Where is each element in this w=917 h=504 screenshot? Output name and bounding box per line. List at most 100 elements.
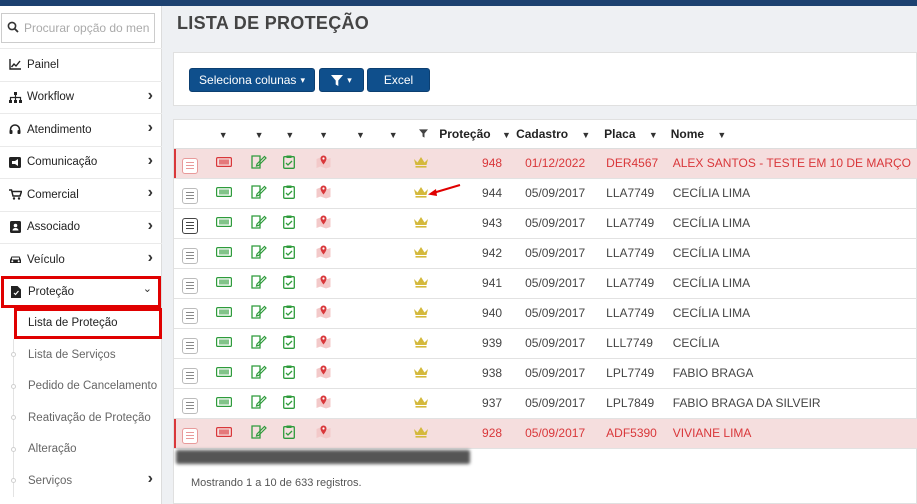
sidebar-item-proteção[interactable]: Proteção ⌄ bbox=[1, 275, 161, 308]
horizontal-scrollbar[interactable] bbox=[176, 450, 470, 464]
clipboard-check-icon[interactable] bbox=[283, 395, 296, 409]
edit-document-icon[interactable] bbox=[250, 304, 267, 319]
submenu-item[interactable]: Serviços › bbox=[0, 465, 162, 497]
clipboard-check-icon[interactable] bbox=[283, 215, 296, 229]
crown-icon[interactable] bbox=[413, 336, 429, 348]
sort-col-4[interactable]: ▼ bbox=[308, 120, 342, 149]
sidebar-item-veículo[interactable]: Veículo › bbox=[0, 243, 162, 276]
barcode-icon[interactable] bbox=[215, 337, 232, 348]
details-icon[interactable] bbox=[182, 307, 198, 324]
table-row[interactable]: 940 05/09/2017 LLA7749 CECÍLIA LIMA bbox=[174, 298, 917, 329]
details-icon[interactable] bbox=[182, 277, 198, 294]
edit-document-icon[interactable] bbox=[250, 424, 267, 439]
table-row[interactable]: 937 05/09/2017 LPL7849 FABIO BRAGA DA SILVE… bbox=[174, 388, 917, 419]
edit-document-icon[interactable] bbox=[250, 184, 267, 199]
sidebar-item-comunicação[interactable]: Comunicação › bbox=[0, 145, 162, 179]
sidebar-item-workflow[interactable]: Workflow › bbox=[0, 80, 162, 114]
details-icon[interactable] bbox=[182, 187, 198, 204]
crown-icon[interactable] bbox=[413, 426, 429, 438]
clipboard-check-icon[interactable] bbox=[283, 155, 296, 169]
filter-button[interactable]: ▾ bbox=[319, 68, 364, 92]
edit-document-icon[interactable] bbox=[250, 154, 267, 169]
details-icon[interactable] bbox=[182, 217, 198, 234]
map-marker-icon[interactable] bbox=[316, 275, 331, 289]
map-marker-icon[interactable] bbox=[316, 215, 331, 229]
barcode-icon[interactable] bbox=[215, 397, 232, 408]
submenu-item[interactable]: Lista de Proteção bbox=[14, 307, 162, 339]
details-icon[interactable] bbox=[182, 247, 198, 264]
edit-document-icon[interactable] bbox=[250, 364, 267, 379]
header-placa[interactable]: Placa ▼ bbox=[604, 120, 671, 149]
crown-icon[interactable] bbox=[413, 306, 429, 318]
menu-search-input[interactable] bbox=[24, 21, 150, 35]
sidebar-item-painel[interactable]: Painel bbox=[0, 48, 162, 81]
sort-col-6[interactable]: ▼ bbox=[375, 120, 409, 149]
crown-icon[interactable] bbox=[413, 156, 429, 168]
clipboard-check-icon[interactable] bbox=[283, 425, 296, 439]
barcode-icon[interactable] bbox=[215, 157, 232, 168]
sidebar-item-atendimento[interactable]: Atendimento › bbox=[0, 113, 162, 146]
crown-icon[interactable] bbox=[413, 246, 429, 258]
table-row[interactable]: 941 05/09/2017 LLA7749 CECÍLIA LIMA bbox=[174, 268, 917, 299]
sort-col-5[interactable]: ▼ bbox=[341, 120, 376, 149]
barcode-icon[interactable] bbox=[215, 217, 232, 228]
header-protecao[interactable]: Proteção ▼ bbox=[439, 120, 517, 149]
map-marker-icon[interactable] bbox=[316, 425, 331, 439]
excel-button[interactable]: Excel bbox=[367, 68, 430, 92]
clipboard-check-icon[interactable] bbox=[283, 365, 296, 379]
crown-icon[interactable] bbox=[413, 366, 429, 378]
sidebar-item-comercial[interactable]: Comercial › bbox=[0, 178, 162, 211]
table-row[interactable]: 928 05/09/2017 ADF5390 VIVIANE LIMA bbox=[174, 418, 917, 449]
table-row[interactable]: 943 05/09/2017 LLA7749 CECÍLIA LIMA bbox=[174, 208, 917, 239]
submenu-item[interactable]: Pedido de Cancelamento bbox=[0, 370, 162, 402]
barcode-icon[interactable] bbox=[215, 307, 232, 318]
crown-icon[interactable] bbox=[413, 216, 429, 228]
details-icon[interactable] bbox=[182, 367, 198, 384]
cell-cadastro: 05/09/2017 bbox=[516, 418, 605, 449]
table-row[interactable]: 942 05/09/2017 LLA7749 CECÍLIA LIMA bbox=[174, 238, 917, 269]
crown-icon[interactable] bbox=[413, 396, 429, 408]
edit-document-icon[interactable] bbox=[250, 334, 267, 349]
barcode-icon[interactable] bbox=[215, 247, 232, 258]
details-icon[interactable] bbox=[182, 427, 198, 444]
sort-col-3[interactable]: ▼ bbox=[275, 120, 309, 149]
crown-icon[interactable] bbox=[413, 276, 429, 288]
details-icon[interactable] bbox=[182, 157, 198, 174]
edit-document-icon[interactable] bbox=[250, 214, 267, 229]
map-marker-icon[interactable] bbox=[316, 365, 331, 379]
edit-document-icon[interactable] bbox=[250, 274, 267, 289]
header-nome[interactable]: Nome ▼ bbox=[670, 120, 917, 149]
table-row[interactable]: 944 05/09/2017 LLA7749 CECÍLIA LIMA bbox=[174, 178, 917, 209]
details-icon[interactable] bbox=[182, 337, 198, 354]
edit-document-icon[interactable] bbox=[250, 244, 267, 259]
clipboard-check-icon[interactable] bbox=[283, 335, 296, 349]
submenu-item[interactable]: Reativação de Proteção bbox=[0, 402, 162, 434]
clipboard-check-icon[interactable] bbox=[283, 185, 296, 199]
submenu-item[interactable]: Lista de Serviços bbox=[0, 339, 162, 371]
barcode-icon[interactable] bbox=[215, 187, 232, 198]
clipboard-check-icon[interactable] bbox=[283, 305, 296, 319]
header-cadastro[interactable]: Cadastro ▼ bbox=[516, 120, 605, 149]
map-marker-icon[interactable] bbox=[316, 245, 331, 259]
submenu-item[interactable]: Alteração bbox=[0, 433, 162, 465]
details-icon[interactable] bbox=[182, 397, 198, 414]
table-row[interactable]: 939 05/09/2017 LLL7749 CECÍLIA bbox=[174, 328, 917, 359]
select-columns-button[interactable]: Seleciona colunas ▾ bbox=[189, 68, 315, 92]
sort-col-1[interactable]: ▼ bbox=[206, 120, 242, 149]
map-marker-icon[interactable] bbox=[316, 155, 331, 169]
clipboard-check-icon[interactable] bbox=[283, 275, 296, 289]
map-marker-icon[interactable] bbox=[316, 335, 331, 349]
sort-col-2[interactable]: ▼ bbox=[241, 120, 276, 149]
sidebar-item-associado[interactable]: Associado › bbox=[0, 210, 162, 244]
table-row[interactable]: 938 05/09/2017 LPL7749 FABIO BRAGA bbox=[174, 358, 917, 389]
map-marker-icon[interactable] bbox=[316, 395, 331, 409]
barcode-icon[interactable] bbox=[215, 367, 232, 378]
barcode-icon[interactable] bbox=[215, 277, 232, 288]
table-row[interactable]: 948 01/12/2022 DER4567 ALEX SANTOS - TESTE … bbox=[174, 148, 917, 179]
map-marker-icon[interactable] bbox=[316, 185, 331, 199]
column-filter-icon[interactable] bbox=[408, 120, 440, 149]
edit-document-icon[interactable] bbox=[250, 394, 267, 409]
barcode-icon[interactable] bbox=[215, 427, 232, 438]
clipboard-check-icon[interactable] bbox=[283, 245, 296, 259]
map-marker-icon[interactable] bbox=[316, 305, 331, 319]
